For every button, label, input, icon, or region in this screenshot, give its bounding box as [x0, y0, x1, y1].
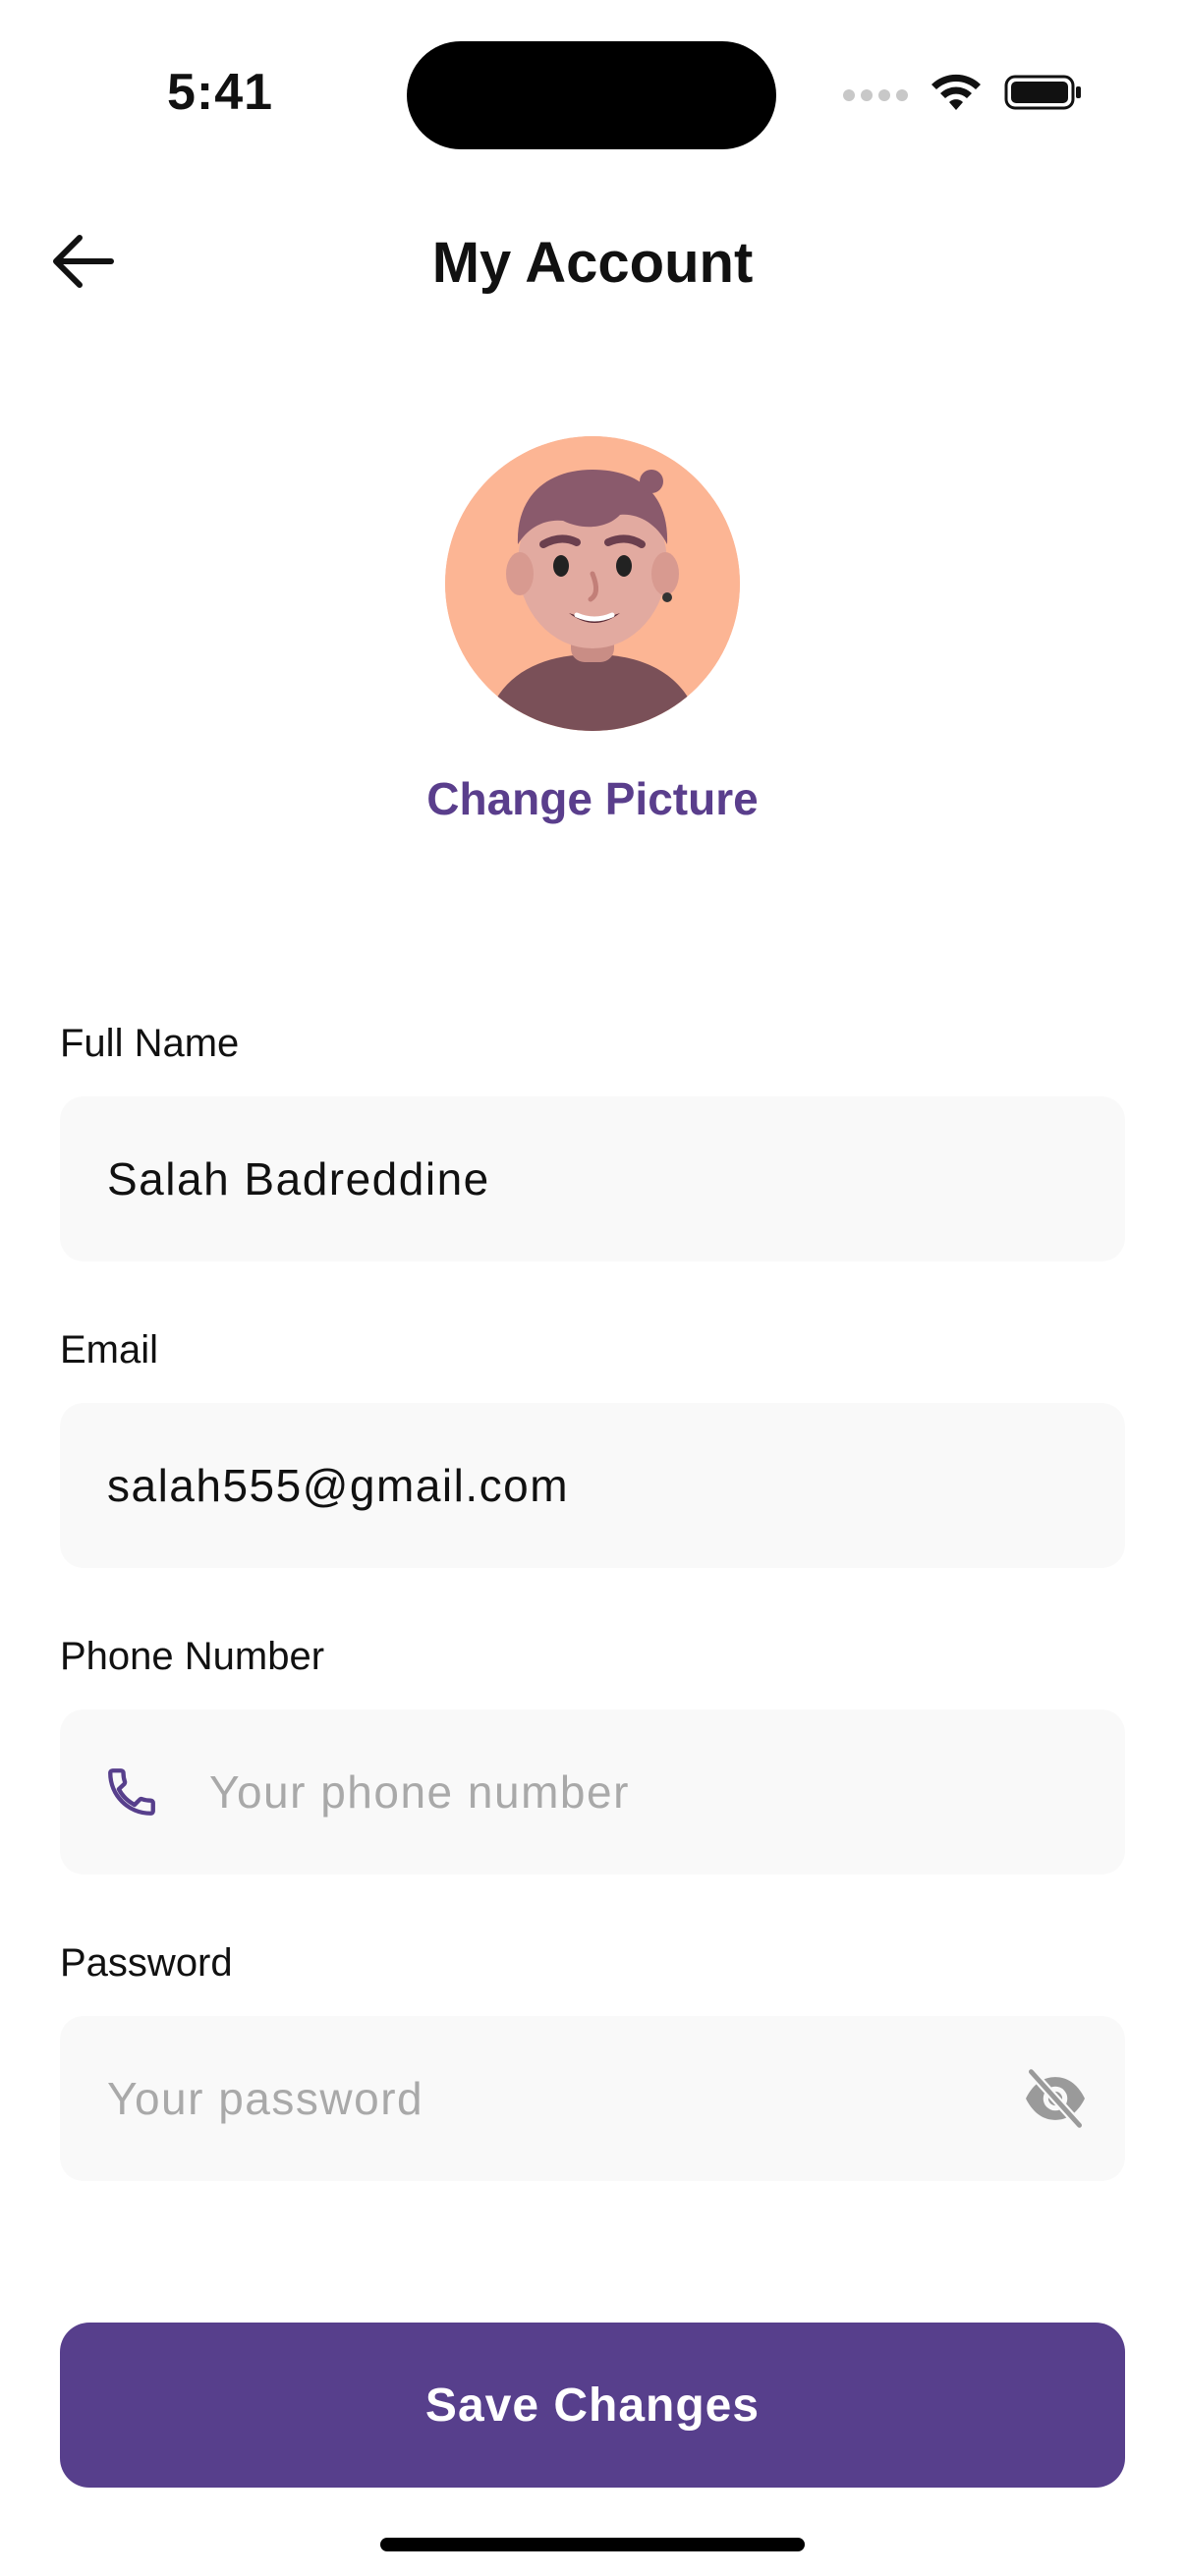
- full-name-label: Full Name: [60, 1022, 240, 1065]
- avatar[interactable]: [445, 436, 740, 731]
- full-name-field[interactable]: [60, 1096, 1125, 1261]
- phone-input[interactable]: [209, 1765, 1125, 1819]
- email-input[interactable]: [107, 1459, 1125, 1512]
- status-time: 5:41: [167, 64, 274, 121]
- my-account-screen: 5:41 My Account Change Picture Full Name…: [0, 0, 1185, 2576]
- user-avatar-illustration: [445, 436, 740, 731]
- battery-icon: [1004, 73, 1083, 117]
- home-indicator: [380, 2538, 805, 2551]
- phone-icon: [103, 1763, 160, 1821]
- password-label: Password: [60, 1941, 233, 1985]
- cellular-signal-icon: [843, 88, 908, 101]
- change-picture-link[interactable]: Change Picture: [0, 772, 1185, 825]
- save-changes-button[interactable]: Save Changes: [60, 2323, 1125, 2488]
- password-field[interactable]: [60, 2016, 1125, 2181]
- status-icons: [843, 73, 1083, 117]
- dynamic-island: [407, 41, 776, 149]
- phone-label: Phone Number: [60, 1635, 325, 1678]
- page-title: My Account: [431, 231, 754, 295]
- full-name-input[interactable]: [107, 1152, 1125, 1205]
- password-input[interactable]: [107, 2072, 1023, 2125]
- wifi-icon: [930, 73, 983, 117]
- phone-field[interactable]: [60, 1709, 1125, 1875]
- email-field[interactable]: [60, 1403, 1125, 1568]
- email-label: Email: [60, 1328, 159, 1372]
- eye-off-icon[interactable]: [1023, 2064, 1088, 2133]
